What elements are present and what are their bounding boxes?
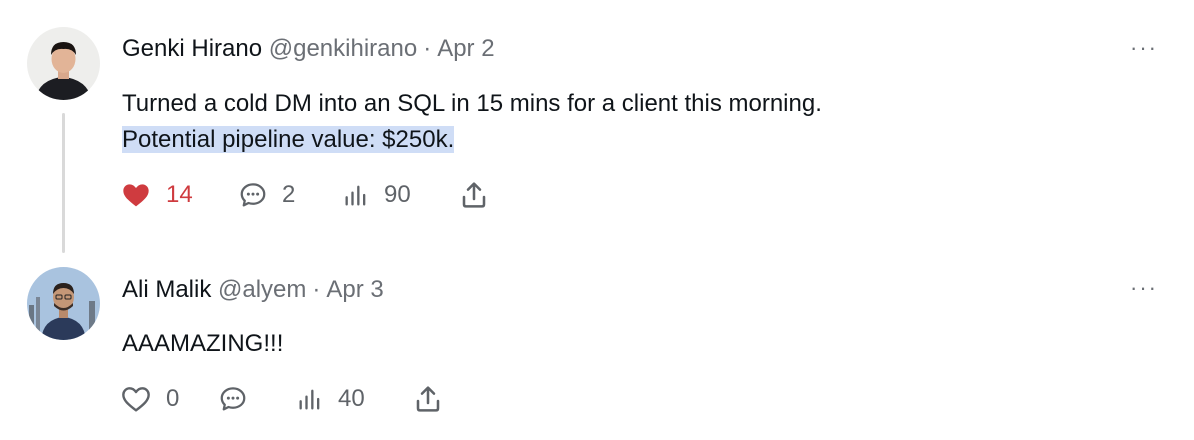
separator: · bbox=[423, 35, 432, 62]
thread-line bbox=[62, 113, 65, 253]
share-button[interactable] bbox=[458, 179, 490, 211]
author-name[interactable]: Genki Hirano bbox=[122, 35, 262, 62]
bar-chart-icon bbox=[299, 389, 320, 410]
views-button[interactable]: 90 bbox=[342, 181, 458, 209]
heart-filled-icon bbox=[123, 184, 149, 207]
avatar-image bbox=[27, 27, 100, 100]
more-options-icon[interactable]: ··· bbox=[1130, 277, 1158, 299]
like-count: 14 bbox=[166, 181, 193, 208]
comment-icon bbox=[220, 387, 246, 411]
post-header: Genki Hirano @genkihirano · Apr 2 bbox=[122, 34, 495, 64]
author-name[interactable]: Ali Malik bbox=[122, 276, 211, 303]
author-handle[interactable]: @genkihirano bbox=[269, 35, 417, 62]
post-body: Turned a cold DM into an SQL in 15 mins … bbox=[122, 86, 822, 158]
like-button[interactable]: 14 bbox=[120, 179, 238, 211]
views-button[interactable]: 40 bbox=[296, 385, 412, 413]
heart-outline-icon bbox=[122, 387, 150, 412]
reply-button[interactable] bbox=[218, 384, 296, 414]
like-count: 0 bbox=[166, 385, 180, 412]
action-bar: 14 2 90 bbox=[120, 178, 490, 212]
more-options-icon[interactable]: ··· bbox=[1130, 37, 1158, 59]
share-icon bbox=[416, 386, 440, 412]
avatar[interactable] bbox=[27, 27, 100, 100]
post-date[interactable]: Apr 3 bbox=[326, 276, 383, 303]
avatar-image bbox=[27, 267, 100, 340]
bar-chart-icon bbox=[345, 185, 366, 206]
post-ali-malik[interactable]: Ali Malik @alyem · Apr 3 ··· AAAMAZING!!! … bbox=[0, 260, 1194, 440]
like-button[interactable]: 0 bbox=[120, 383, 218, 415]
post-body-line: Turned a cold DM into an SQL in 15 mins … bbox=[122, 90, 822, 117]
action-bar: 0 40 bbox=[120, 382, 444, 416]
reply-count: 2 bbox=[282, 181, 296, 208]
reply-button[interactable]: 2 bbox=[238, 180, 342, 210]
share-icon bbox=[462, 182, 486, 208]
view-count: 90 bbox=[384, 181, 411, 208]
post-body-line: AAAMAZING!!! bbox=[122, 330, 284, 357]
separator: · bbox=[312, 276, 321, 303]
post-genki-hirano[interactable]: Genki Hirano @genkihirano · Apr 2 ··· Turn… bbox=[0, 0, 1194, 260]
share-button[interactable] bbox=[412, 383, 444, 415]
comment-icon bbox=[240, 183, 266, 207]
post-body-line-selected: Potential pipeline value: $250k. bbox=[122, 126, 455, 153]
avatar[interactable] bbox=[27, 267, 100, 340]
post-body: AAAMAZING!!! bbox=[122, 326, 283, 362]
post-header: Ali Malik @alyem · Apr 3 bbox=[122, 275, 384, 305]
author-handle[interactable]: @alyem bbox=[218, 276, 306, 303]
view-count: 40 bbox=[338, 385, 365, 412]
post-date[interactable]: Apr 2 bbox=[437, 35, 494, 62]
